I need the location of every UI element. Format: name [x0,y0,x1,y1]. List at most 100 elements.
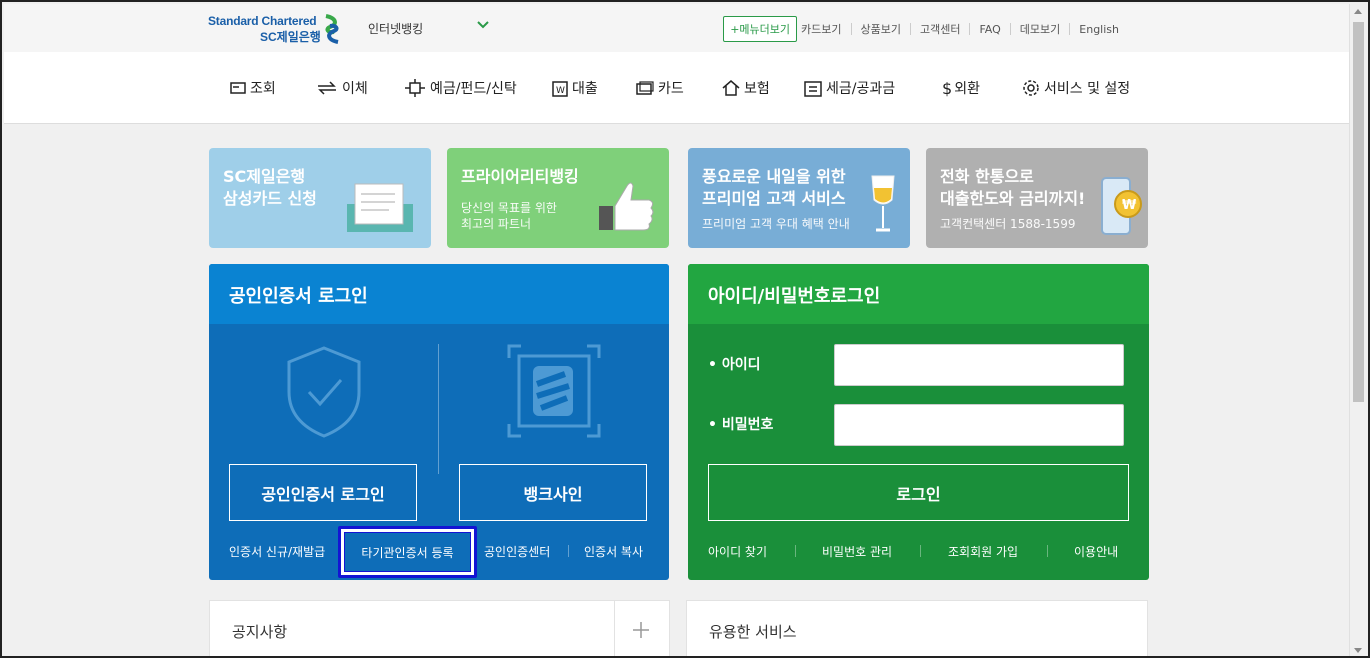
id-input[interactable] [834,344,1124,386]
cert-login-title: 공인인증서 로그인 [209,264,669,324]
browser-frame: Standard Chartered SC제일은행 인터넷뱅킹 +메뉴더보기 카… [0,0,1370,658]
nav-inquiry[interactable]: 조회 [230,78,276,98]
banner-title: SC제일은행 삼성카드 신청 [223,167,317,208]
nav-insurance[interactable]: 보험 [722,78,770,98]
link-find-id[interactable]: 아이디 찾기 [708,543,767,560]
nav-tax[interactable]: 세금/공과금 [804,78,895,98]
nav-label: 세금/공과금 [826,81,896,97]
wine-glass-icon [871,175,895,232]
banner-sub-1: 고객컨택센터 1588-1599 [940,217,1076,231]
link-password-manage[interactable]: 비밀번호 관리 [822,543,892,560]
login-button[interactable]: 로그인 [708,464,1129,521]
banner-title: 풍요로운 내일을 위한 프리미엄 고객 서비스 [702,167,846,208]
gear-icon [1023,80,1039,96]
banner-sub-1: 프리미엄 고객 우대 혜택 안내 [702,217,850,231]
scroll-down-arrow-icon[interactable] [1354,648,1362,653]
nav-label: 이체 [342,81,368,97]
scroll-thumb[interactable] [1353,22,1364,402]
banner-title: 전화 한통으로 대출한도와 금리까지! [940,167,1086,208]
divider [969,23,971,35]
scroll-up-arrow-icon[interactable] [1354,9,1362,14]
divider [1009,23,1011,35]
banner-title: 프라이어리티뱅킹 [461,167,579,186]
link-cert-issue[interactable]: 인증서 신규/재발급 [229,543,325,560]
nav-loan[interactable]: W 대출 [552,78,598,98]
password-input[interactable] [834,404,1124,446]
transfer-icon [318,81,336,95]
link-join-member[interactable]: 조회회원 가입 [948,543,1018,560]
divider [1069,23,1071,35]
sc-logo[interactable]: Standard Chartered SC제일은행 [208,14,343,44]
logo-text-line2: SC제일은행 [260,30,321,44]
link-products[interactable]: 상품보기 [861,21,901,37]
link-english[interactable]: English [1079,23,1119,36]
link-cert-center[interactable]: 공인인증센터 [484,543,550,560]
nav-label: 대출 [572,81,598,97]
sc-logo-icon [325,14,339,44]
link-demo[interactable]: 데모보기 [1020,21,1060,37]
shield-check-icon [287,346,361,438]
link-faq[interactable]: FAQ [979,23,1000,36]
divider [909,23,911,35]
nav-deposit[interactable]: 예금/펀드/신탁 [404,78,517,98]
link-cards[interactable]: 카드보기 [801,21,841,37]
home-icon [722,80,740,96]
loan-icon: W [552,81,568,97]
password-label: • 비밀번호 [708,417,774,433]
svg-text:₩: ₩ [1122,198,1137,213]
cert-login-button[interactable]: 공인인증서 로그인 [229,464,417,521]
nav-card[interactable]: 카드 [636,78,684,98]
nav-label: 조회 [250,81,276,97]
banner-samsung-card[interactable]: SC제일은행 삼성카드 신청 [209,148,431,248]
id-label: • 아이디 [708,357,761,373]
nav-label: 카드 [658,81,684,97]
phone-won-icon: ₩ [1101,177,1142,235]
notice-card: 공지사항 [209,600,670,656]
nav-label: 예금/펀드/신탁 [430,81,517,97]
useful-service-title: 유용한 서비스 [709,623,797,641]
divider [568,545,569,557]
link-cert-copy[interactable]: 인증서 복사 [584,543,643,560]
nav-label: 보험 [744,81,770,97]
id-login-title: 아이디/비밀번호로그인 [688,264,1149,324]
divider [438,344,439,474]
logo-text-line1: Standard Chartered [208,14,317,28]
banner-premium[interactable]: 풍요로운 내일을 위한 프리미엄 고객 서비스 프리미엄 고객 우대 혜택 안내 [688,148,910,248]
inquiry-icon [230,82,246,94]
chevron-down-icon[interactable] [476,20,490,30]
deposit-icon [405,79,425,97]
divider [920,545,921,557]
notice-title: 공지사항 [232,623,288,641]
dollar-icon: $ [942,78,953,98]
divider [1047,545,1048,557]
nav-forex[interactable]: $ 외환 [942,78,980,98]
vertical-scrollbar[interactable] [1349,4,1366,656]
divider [850,23,852,35]
nav-transfer[interactable]: 이체 [316,78,368,98]
banner-priority[interactable]: 프라이어리티뱅킹 당신의 목표를 위한 최고의 파트너 [447,148,669,248]
nav-settings[interactable]: 서비스 및 설정 [1022,78,1130,98]
tax-icon [804,81,822,97]
svg-text:W: W [556,86,565,96]
banner-sub-2: 최고의 파트너 [461,217,532,231]
more-menu-button[interactable]: +메뉴더보기 [723,16,798,42]
link-other-cert-register[interactable]: 타기관인증서 등록 [344,532,471,572]
plus-icon[interactable] [632,621,650,639]
link-usage-guide[interactable]: 이용안내 [1074,543,1118,560]
main-navigation: 조회 이체 예금/펀드/신탁 W 대출 카드 보험 세금/공과금 $ 외환 서비… [4,52,1353,124]
divider [614,601,615,656]
bank-type-select[interactable]: 인터넷뱅킹 [368,20,423,37]
banksign-button[interactable]: 뱅크사인 [459,464,647,521]
link-customer-center[interactable]: 고객센터 [920,21,960,37]
banner-sub-1: 당신의 목표를 위한 [461,201,557,215]
card-icon [636,81,654,95]
other-cert-register-highlight: 타기관인증서 등록 [338,526,477,578]
useful-service-card: 유용한 서비스 [686,600,1148,656]
banner-call-center[interactable]: 전화 한통으로 대출한도와 금리까지! 고객컨택센터 1588-1599 ₩ [926,148,1148,248]
utility-menu: +메뉴더보기 카드보기 상품보기 고객센터 FAQ 데모보기 English [723,16,1119,42]
banksign-logo-icon [507,344,601,438]
nav-label: 서비스 및 설정 [1044,81,1131,97]
divider [795,545,796,557]
top-utility-bar: Standard Chartered SC제일은행 인터넷뱅킹 +메뉴더보기 카… [4,4,1353,52]
nav-label: 외환 [954,81,980,97]
